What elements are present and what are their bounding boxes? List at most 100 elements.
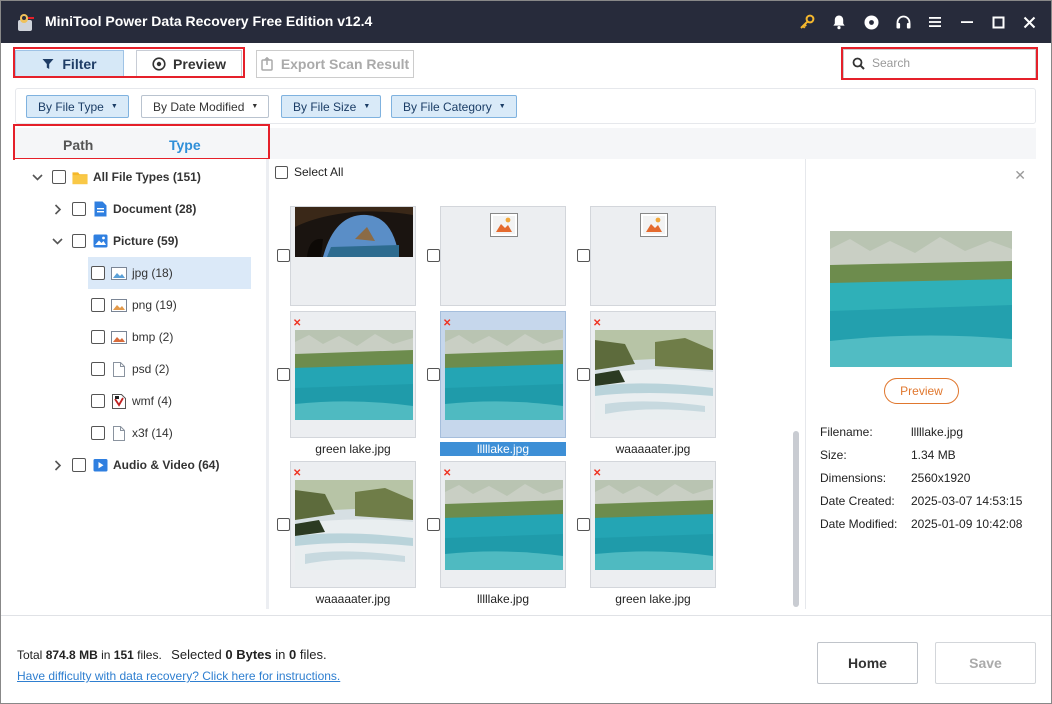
file-checkbox[interactable] bbox=[427, 367, 440, 381]
file-checkbox[interactable] bbox=[277, 367, 290, 381]
search-icon bbox=[852, 57, 865, 70]
filter-by-file-type[interactable]: By File Type ▼ bbox=[26, 95, 129, 118]
tree-item-all-file-types[interactable]: All File Types (151) bbox=[32, 161, 201, 193]
export-icon bbox=[261, 57, 274, 71]
file-name-label: green lake.jpg bbox=[315, 442, 391, 456]
file-card[interactable]: ✕ bbox=[440, 311, 566, 438]
file-info-key: Date Modified: bbox=[820, 517, 898, 531]
tree-item-wmf[interactable]: wmf (4) bbox=[91, 385, 172, 417]
home-button[interactable]: Home bbox=[817, 642, 918, 684]
deleted-file-icon: ✕ bbox=[593, 318, 602, 329]
checkbox[interactable] bbox=[91, 426, 105, 440]
tree-item-x3f[interactable]: x3f (14) bbox=[91, 417, 173, 449]
chevron-down-icon[interactable] bbox=[52, 236, 66, 247]
file-checkbox[interactable] bbox=[277, 517, 290, 531]
checkbox[interactable] bbox=[91, 266, 105, 280]
tree-item-picture[interactable]: Picture (59) bbox=[52, 225, 178, 257]
file-checkbox[interactable] bbox=[427, 517, 440, 531]
file-card[interactable]: ✕ bbox=[590, 461, 716, 588]
tree-item-count: (14) bbox=[151, 426, 173, 440]
tree-item-psd[interactable]: psd (2) bbox=[91, 353, 169, 385]
file-checkbox[interactable] bbox=[577, 517, 590, 531]
preview-panel: ✕ Preview Filename: lllllake.jpg Size: 1.34… bbox=[805, 159, 1036, 609]
help-link[interactable]: Have difficulty with data recovery? Clic… bbox=[17, 669, 340, 683]
chevron-right-icon[interactable] bbox=[52, 203, 66, 215]
key-icon[interactable] bbox=[797, 12, 817, 32]
checkbox[interactable] bbox=[91, 330, 105, 344]
file-checkbox[interactable] bbox=[427, 249, 440, 262]
maximize-icon[interactable] bbox=[988, 12, 1008, 32]
file-card[interactable]: ✕ bbox=[290, 461, 416, 588]
grid-scrollbar[interactable] bbox=[793, 431, 799, 607]
close-icon[interactable] bbox=[1019, 12, 1039, 32]
deleted-file-icon: ✕ bbox=[293, 318, 302, 329]
tree-item-audio-video[interactable]: Audio & Video (64) bbox=[52, 449, 219, 481]
file-card[interactable] bbox=[440, 206, 566, 306]
close-icon[interactable]: ✕ bbox=[1014, 167, 1026, 184]
chevron-right-icon[interactable] bbox=[52, 459, 66, 471]
file-info-row: Filename: lllllake.jpg bbox=[820, 425, 963, 439]
chevron-down-icon: ▼ bbox=[110, 103, 118, 110]
tree-item-label: jpg bbox=[132, 266, 149, 280]
file-info-key: Dimensions: bbox=[820, 471, 887, 485]
checkbox[interactable] bbox=[72, 234, 86, 248]
preview-file-button[interactable]: Preview bbox=[884, 378, 959, 404]
file-checkbox[interactable] bbox=[277, 249, 290, 262]
bell-icon[interactable] bbox=[829, 12, 849, 32]
file-card[interactable]: ✕ bbox=[290, 311, 416, 438]
checkbox[interactable] bbox=[72, 202, 86, 216]
file-thumbnail bbox=[295, 207, 413, 257]
file-checkbox[interactable] bbox=[577, 249, 590, 262]
tree-item-count: (2) bbox=[158, 330, 174, 344]
tree-item-document[interactable]: Document (28) bbox=[52, 193, 196, 225]
tree-item-jpg[interactable]: jpg (18) bbox=[91, 257, 173, 289]
filter-by-file-size[interactable]: By File Size ▼ bbox=[281, 95, 382, 118]
tree-item-count: (151) bbox=[172, 170, 201, 184]
file-info-row: Date Created: 2025-03-07 14:53:15 bbox=[820, 494, 1022, 508]
file-info-value: 2025-03-07 14:53:15 bbox=[911, 494, 1023, 508]
menu-icon[interactable] bbox=[925, 12, 945, 32]
checkbox[interactable] bbox=[91, 362, 105, 376]
checkbox[interactable] bbox=[91, 394, 105, 408]
filter-button[interactable]: Filter bbox=[15, 50, 124, 78]
file-card[interactable]: ✕ bbox=[440, 461, 566, 588]
filter-by-file-size-label: By File Size bbox=[293, 99, 357, 114]
headset-icon[interactable] bbox=[893, 12, 913, 32]
search-box[interactable] bbox=[843, 49, 1036, 79]
export-scan-result-button[interactable]: Export Scan Result bbox=[256, 50, 414, 78]
checkbox[interactable] bbox=[91, 298, 105, 312]
file-card[interactable] bbox=[290, 206, 416, 306]
tab-type[interactable]: Type bbox=[169, 137, 201, 153]
tree-item-png[interactable]: png (19) bbox=[91, 289, 177, 321]
file-card[interactable]: ✕ bbox=[590, 311, 716, 438]
select-all-checkbox[interactable]: Select All bbox=[275, 165, 343, 179]
deleted-file-icon: ✕ bbox=[443, 318, 452, 329]
search-input[interactable] bbox=[872, 56, 1022, 70]
chevron-down-icon[interactable] bbox=[32, 172, 46, 183]
minimize-icon[interactable] bbox=[957, 12, 977, 32]
status-bar: Total 874.8 MB in 151 files. Selected 0 … bbox=[1, 615, 1051, 703]
save-button[interactable]: Save bbox=[935, 642, 1036, 684]
file-name-label: lllllake.jpg bbox=[476, 592, 530, 606]
preview-button[interactable]: Preview bbox=[136, 50, 242, 78]
file-info-value: lllllake.jpg bbox=[911, 425, 964, 439]
file-info-key: Date Created: bbox=[820, 494, 895, 508]
checkbox[interactable] bbox=[275, 165, 288, 179]
title-bar: MiniTool Power Data Recovery Free Editio… bbox=[1, 1, 1051, 43]
filter-by-date-modified-label: By Date Modified bbox=[153, 99, 245, 114]
deleted-file-icon: ✕ bbox=[593, 468, 602, 479]
checkbox[interactable] bbox=[72, 458, 86, 472]
filter-by-date-modified[interactable]: By Date Modified ▼ bbox=[141, 95, 270, 118]
file-card[interactable] bbox=[590, 206, 716, 306]
file-checkbox[interactable] bbox=[577, 367, 590, 381]
disc-icon[interactable] bbox=[861, 12, 881, 32]
tree-item-label: x3f bbox=[132, 426, 149, 440]
checkbox[interactable] bbox=[52, 170, 66, 184]
tab-path[interactable]: Path bbox=[63, 137, 93, 153]
image-placeholder-icon bbox=[490, 213, 518, 237]
image-placeholder-icon bbox=[640, 213, 668, 237]
total-size: 874.8 MB bbox=[45, 648, 98, 662]
filter-by-file-category[interactable]: By File Category ▼ bbox=[391, 95, 517, 118]
tree-item-bmp[interactable]: bmp (2) bbox=[91, 321, 173, 353]
preview-image bbox=[830, 231, 1012, 367]
